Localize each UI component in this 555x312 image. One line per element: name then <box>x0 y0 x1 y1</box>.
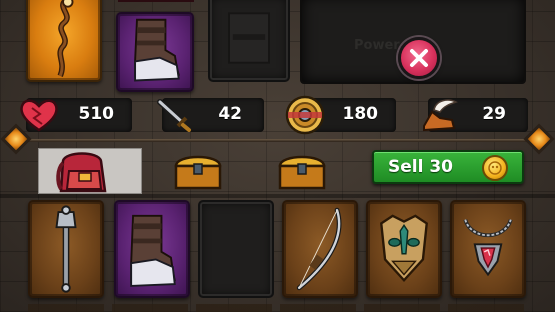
inventory-slot-5[interactable] <box>366 200 442 298</box>
sell-label: Sell 30 <box>388 157 454 177</box>
tab-chest-2[interactable] <box>264 148 344 194</box>
inventory-slot-3[interactable] <box>198 200 274 298</box>
equipped-weapon-slot[interactable] <box>26 0 102 82</box>
section-divider <box>12 139 543 142</box>
divider-gem-right <box>523 123 555 155</box>
bow-icon <box>296 207 342 291</box>
mace-icon <box>55 205 77 293</box>
defense-value: 180 <box>342 104 379 124</box>
tab-chest-1[interactable] <box>160 148 240 194</box>
close-button[interactable] <box>398 37 440 79</box>
inventory-slot-4[interactable] <box>282 200 358 298</box>
inventory-slot-2[interactable] <box>114 200 190 298</box>
coin-icon <box>482 155 508 181</box>
mask-icon <box>380 214 428 283</box>
staff-icon <box>57 0 74 77</box>
inventory-slot-6[interactable] <box>450 200 526 298</box>
sell-button[interactable]: Sell 30 <box>372 150 524 184</box>
tab-backpack[interactable] <box>38 148 142 194</box>
chest-icon <box>278 155 326 190</box>
amulet-icon <box>463 218 513 277</box>
inventory-slot-1[interactable] <box>28 200 104 298</box>
equipped-boots-slot[interactable] <box>116 12 194 92</box>
speed-value: 29 <box>482 104 506 124</box>
chest-icon <box>174 155 222 190</box>
next-row-edge <box>28 304 526 312</box>
attack-value: 42 <box>218 104 242 124</box>
equipped-armor-slot[interactable] <box>208 0 290 82</box>
equipped-slot-top-edge <box>118 0 194 2</box>
boots-icon <box>130 214 176 287</box>
close-icon <box>410 49 428 67</box>
backpack-icon <box>56 152 107 193</box>
boots-icon <box>134 18 180 82</box>
health-value: 510 <box>78 104 115 124</box>
inventory-tray-edge <box>0 194 555 198</box>
armor-silhouette-icon <box>228 12 270 64</box>
